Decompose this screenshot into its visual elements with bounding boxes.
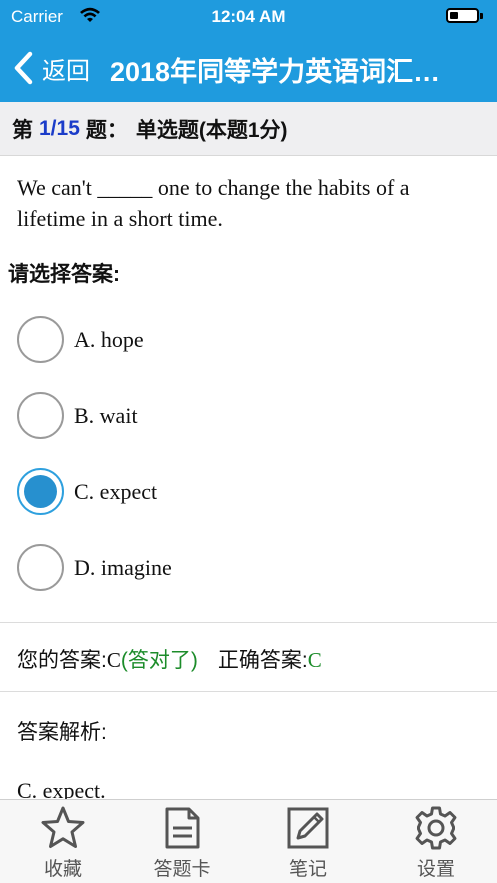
tab-notes[interactable]: 笔记	[268, 804, 348, 881]
document-icon	[165, 807, 200, 849]
question-type: 单选题(本题1分)	[135, 118, 288, 142]
question-number: 1/15	[39, 116, 80, 140]
gear-icon	[415, 806, 457, 850]
option-d[interactable]: D. imagine	[0, 530, 497, 606]
answer-status: (答对了)	[120, 649, 198, 672]
question-header: 第 1/15 题： 单选题(本题1分)	[0, 102, 497, 156]
star-icon	[41, 806, 85, 848]
option-b[interactable]: B. wait	[0, 378, 497, 454]
your-answer-label: 您的答案:	[17, 649, 107, 672]
correct-answer-label: 正确答案:	[217, 649, 308, 672]
app-header: Carrier 12:04 AM 返回 2018年同等学力英语词汇…	[0, 0, 497, 102]
tab-settings[interactable]: 设置	[396, 804, 476, 881]
option-label: C. expect	[74, 479, 158, 504]
tab-favorites[interactable]: 收藏	[23, 804, 103, 881]
status-bar: Carrier 12:04 AM	[0, 0, 497, 34]
answer-result: 您的答案:C(答对了) 正确答案:C	[17, 644, 322, 674]
option-c[interactable]: C. expect	[0, 454, 497, 530]
tab-label: 答题卡	[153, 859, 211, 880]
your-answer-value: C	[106, 648, 121, 672]
question-text: We can't _____ one to change the habits …	[17, 175, 410, 231]
clock: 12:04 AM	[211, 7, 286, 26]
tab-label: 收藏	[43, 859, 82, 880]
page-title: 2018年同等学力英语词汇…	[110, 57, 441, 87]
navigation-bar: 返回 2018年同等学力英语词汇…	[0, 34, 497, 102]
correct-answer-value: C	[307, 648, 322, 672]
option-label: A. hope	[74, 327, 144, 352]
option-a[interactable]: A. hope	[0, 302, 497, 378]
battery-icon	[446, 8, 479, 23]
divider	[0, 622, 497, 623]
radio-button[interactable]	[17, 392, 64, 439]
back-label: 返回	[42, 57, 90, 85]
radio-button[interactable]	[17, 468, 64, 515]
question-prefix: 第	[12, 118, 33, 142]
analysis-label: 答案解析:	[17, 721, 107, 744]
question-suffix: 题：	[85, 118, 128, 142]
edit-note-icon	[287, 807, 329, 849]
tab-label: 设置	[416, 859, 455, 880]
answer-prompt: 请选择答案:	[8, 263, 120, 286]
option-label: D. imagine	[74, 555, 172, 580]
tab-bar: 收藏 答题卡 笔记 设置	[0, 799, 497, 883]
radio-button[interactable]	[17, 316, 64, 363]
options-list: A. hope B. wait C. expect D. imagine	[0, 302, 497, 606]
divider	[0, 691, 497, 692]
battery-tip	[480, 13, 483, 19]
chevron-left-icon	[14, 51, 33, 85]
option-label: B. wait	[74, 403, 138, 428]
tab-label: 笔记	[288, 859, 327, 880]
tab-answer-card[interactable]: 答题卡	[142, 804, 222, 881]
back-button[interactable]: 返回	[12, 48, 90, 88]
radio-button[interactable]	[17, 544, 64, 591]
